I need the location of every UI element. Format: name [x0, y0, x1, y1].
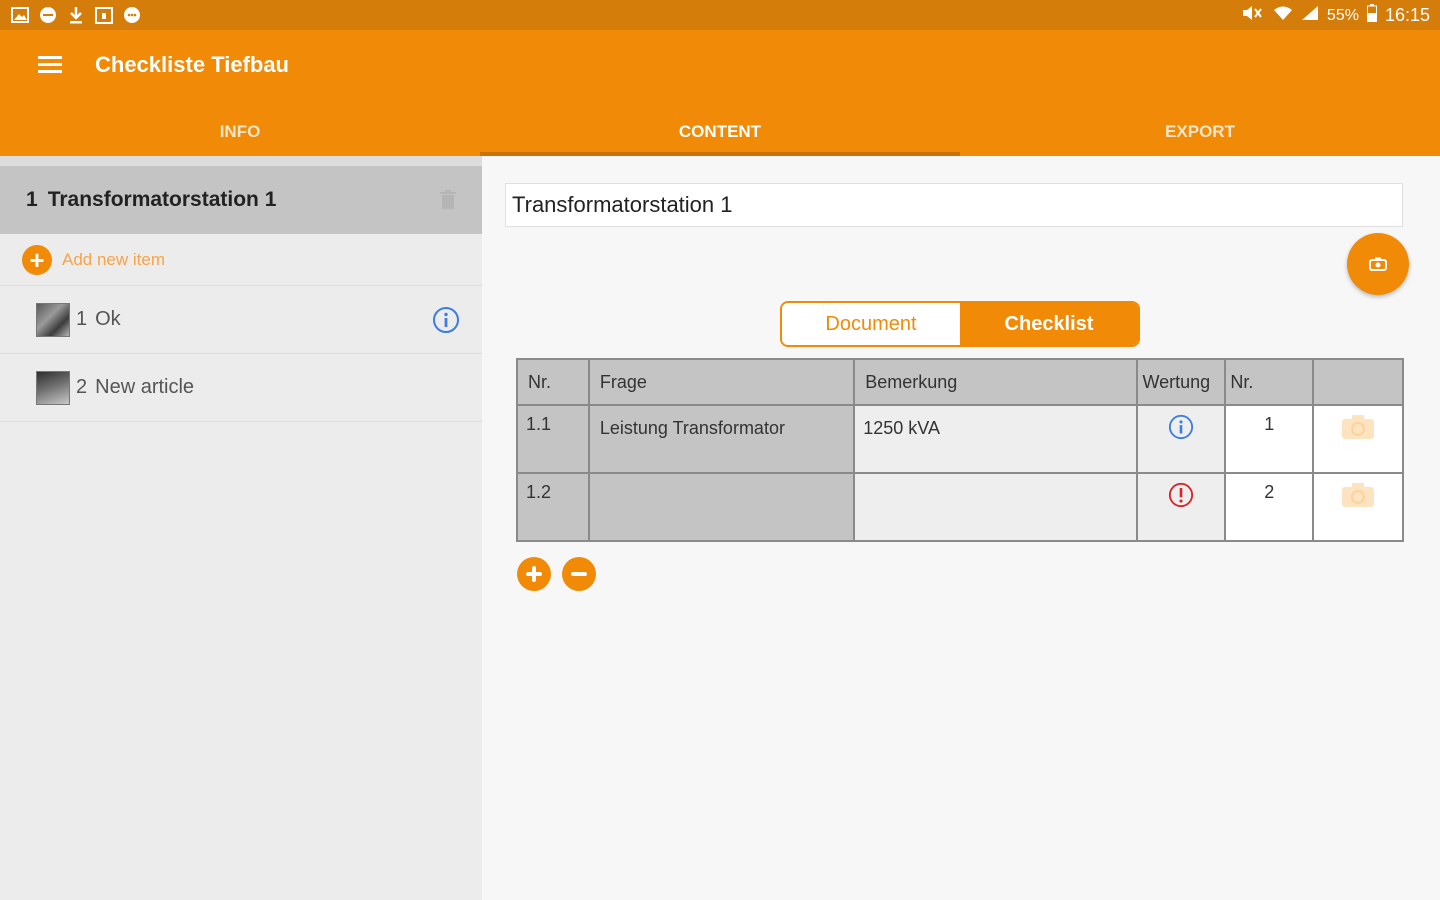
delete-icon[interactable]	[440, 190, 456, 210]
chat-icon	[122, 5, 142, 25]
cell-frage[interactable]: Leistung Transformator	[587, 404, 856, 474]
system-icons: 55% 16:15	[1241, 4, 1430, 27]
notification-icons	[10, 5, 142, 25]
remove-row-button[interactable]	[562, 557, 596, 591]
add-row-button[interactable]	[517, 557, 551, 591]
gallery-icon	[10, 5, 30, 25]
add-item-button[interactable]: + Add new item	[0, 234, 482, 286]
item-list-panel: 1 Transformatorstation 1 + Add new item …	[0, 156, 482, 900]
group-number: 1	[26, 188, 38, 211]
app-bar: Checkliste Tiefbau INFO CONTENT EXPORT	[0, 30, 1440, 156]
table-row[interactable]: 1.1 Leistung Transformator 1250 kVA 1	[516, 404, 1404, 474]
col-nr2: Nr.	[1224, 358, 1315, 406]
content-editor: Document Checklist Nr. Frage Bemerkung W…	[482, 156, 1440, 900]
cell-wertung[interactable]	[1136, 472, 1227, 542]
tab-export[interactable]: EXPORT	[960, 108, 1440, 156]
table-header-row: Nr. Frage Bemerkung Wertung Nr.	[516, 358, 1404, 406]
cell-nr2: 1	[1224, 404, 1315, 474]
calendar-icon	[94, 5, 114, 25]
add-circle-icon: +	[22, 244, 52, 275]
cell-nr: 1.2	[516, 472, 590, 542]
cell-photo[interactable]	[1312, 472, 1404, 542]
cell-bemerkung[interactable]	[853, 472, 1139, 542]
list-item[interactable]: 2 New article	[0, 354, 482, 422]
group-header[interactable]: 1 Transformatorstation 1	[0, 166, 482, 234]
col-nr: Nr.	[516, 358, 590, 406]
cell-wertung[interactable]	[1136, 404, 1227, 474]
segment-document[interactable]: Document	[782, 303, 960, 345]
col-bemerkung: Bemerkung	[853, 358, 1139, 406]
cell-bemerkung[interactable]: 1250 kVA	[853, 404, 1139, 474]
item-label: Ok	[95, 308, 121, 330]
title-field[interactable]	[505, 183, 1403, 227]
status-bar: 55% 16:15	[0, 0, 1440, 30]
segment-checklist[interactable]: Checklist	[960, 303, 1138, 345]
camera-icon	[1342, 415, 1375, 439]
cell-nr: 1.1	[516, 404, 590, 474]
table-row[interactable]: 1.2 2	[516, 472, 1404, 542]
item-number: 2	[76, 376, 88, 398]
item-label: New article	[95, 376, 195, 398]
message-icon	[38, 5, 58, 25]
download-icon	[66, 5, 86, 25]
wifi-icon	[1273, 5, 1293, 26]
clock: 16:15	[1384, 5, 1430, 25]
app-title: Checkliste Tiefbau	[95, 52, 289, 77]
battery-icon	[1366, 4, 1377, 27]
checklist-table: Nr. Frage Bemerkung Wertung Nr. 1.1 Leis…	[516, 358, 1404, 542]
cell-nr2: 2	[1224, 472, 1315, 542]
battery-percent: 55%	[1326, 6, 1359, 24]
item-number: 1	[76, 308, 88, 330]
warning-icon	[1169, 482, 1194, 508]
camera-icon	[1369, 257, 1387, 271]
tab-content[interactable]: CONTENT	[480, 108, 960, 156]
camera-icon	[1342, 483, 1375, 507]
minus-icon	[571, 572, 587, 576]
info-icon[interactable]	[432, 306, 460, 334]
col-wertung: Wertung	[1136, 358, 1227, 406]
view-segmented-control: Document Checklist	[780, 301, 1140, 347]
mute-icon	[1241, 5, 1265, 26]
item-thumbnail	[36, 370, 70, 405]
camera-button[interactable]	[1347, 233, 1409, 295]
item-thumbnail	[36, 302, 70, 337]
group-title: Transformatorstation 1	[47, 188, 277, 211]
signal-icon	[1301, 5, 1319, 26]
cell-frage[interactable]	[587, 472, 856, 542]
menu-icon[interactable]	[38, 56, 62, 76]
cell-photo[interactable]	[1312, 404, 1404, 474]
add-item-label: Add new item	[62, 249, 165, 269]
list-item[interactable]: 1 Ok	[0, 286, 482, 354]
tab-info[interactable]: INFO	[0, 108, 480, 156]
tab-bar: INFO CONTENT EXPORT	[0, 108, 1440, 156]
info-icon	[1169, 414, 1194, 440]
col-photo	[1312, 358, 1404, 406]
col-frage: Frage	[587, 358, 856, 406]
